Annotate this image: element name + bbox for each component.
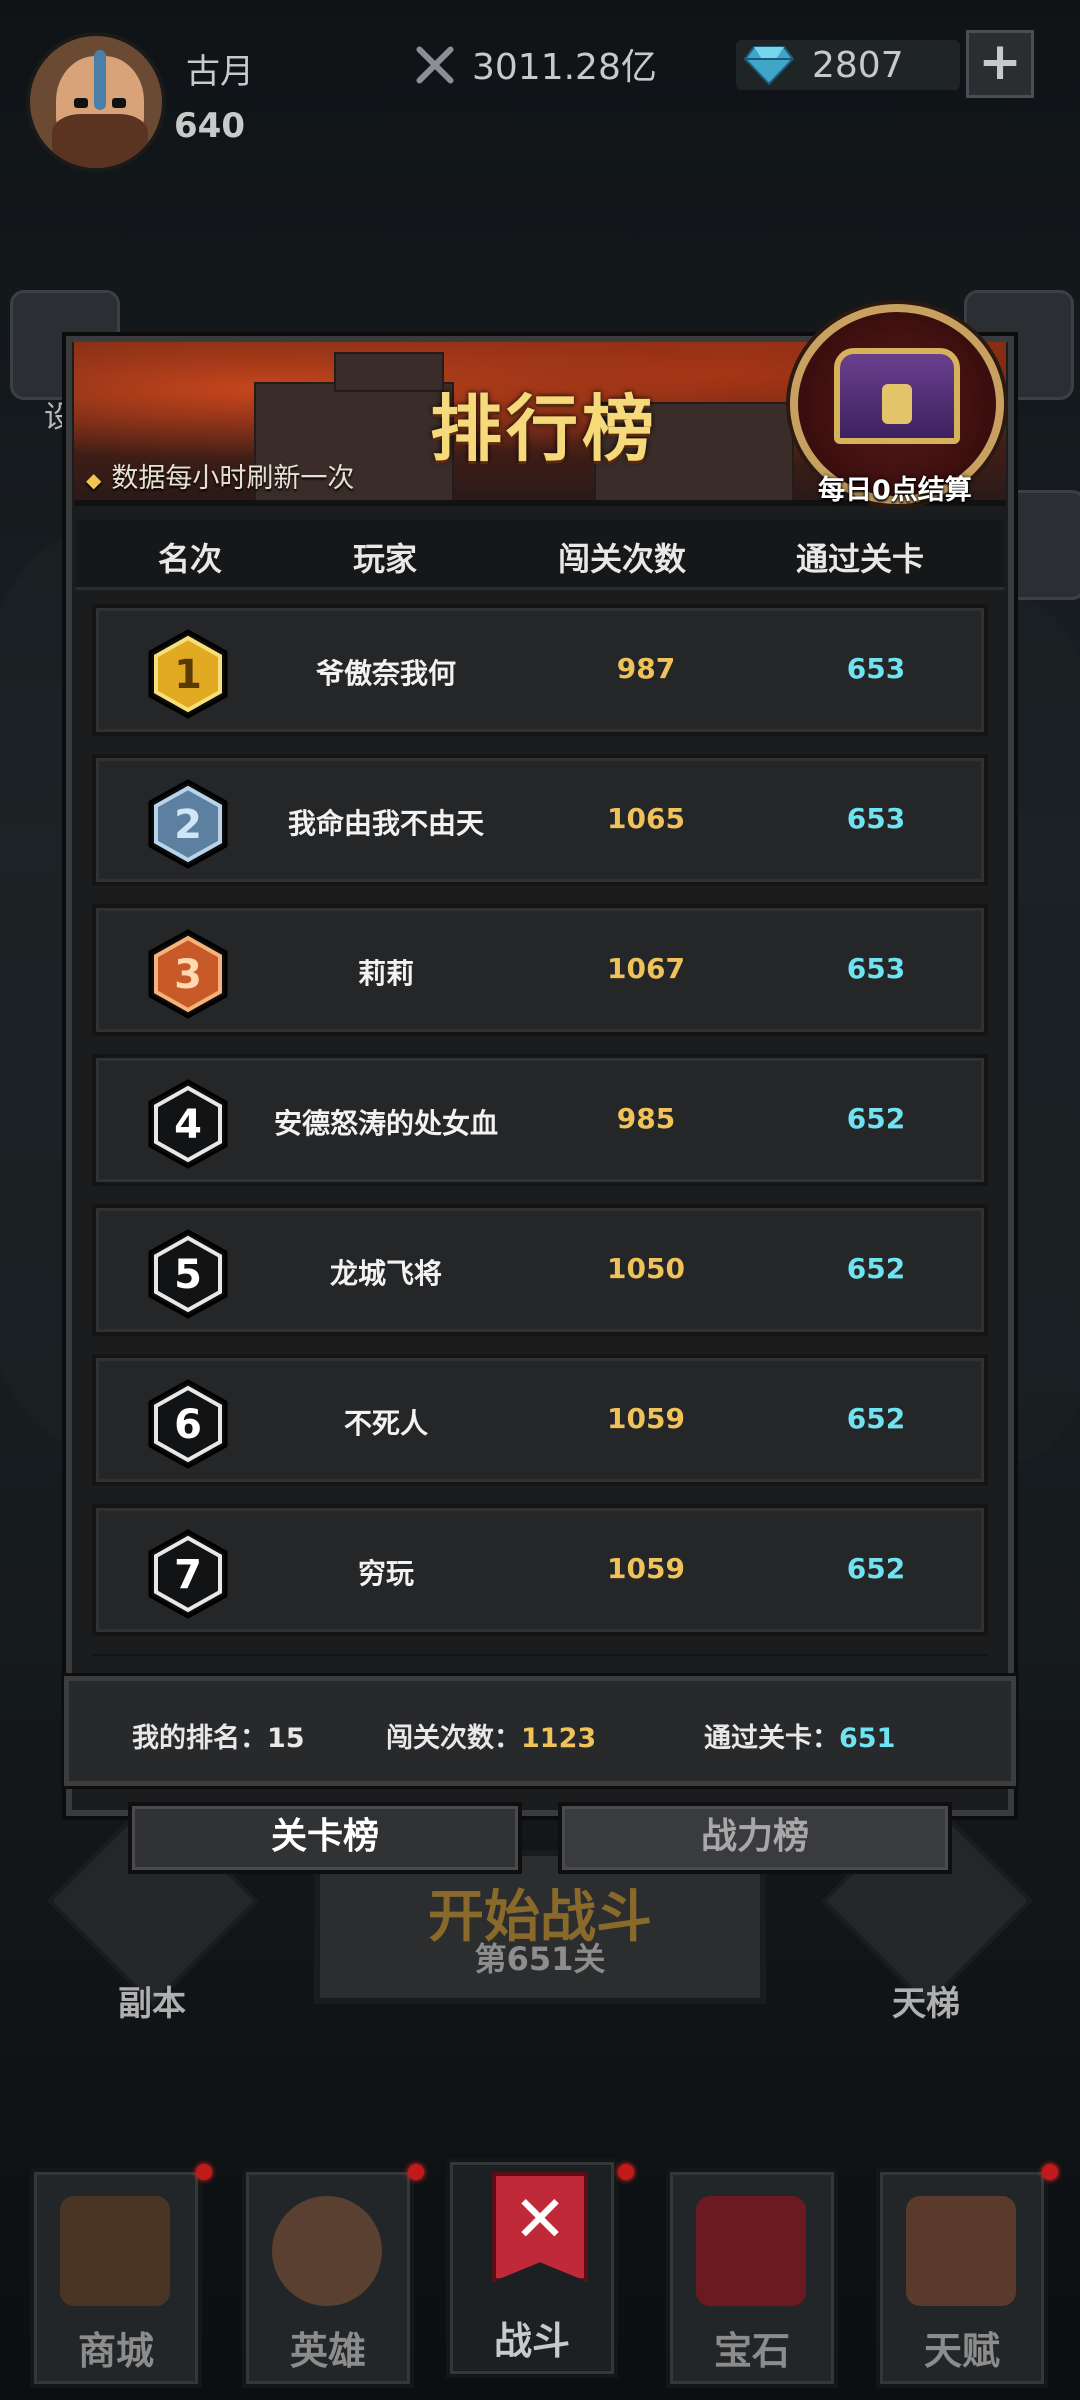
nav-battle-label: 战斗 [493,2319,570,2363]
rank-badge-icon: 4 [146,1078,230,1170]
rank-number: 1 [174,652,202,698]
ladder-label: 天梯 [892,1984,960,2024]
notification-dot [618,2164,634,2180]
top-bar: 古月 640 3011.28亿 2807 + [0,0,1080,172]
leaderboard-title: 排行榜 [430,387,659,471]
chest-lock-icon [882,384,912,424]
leaderboard-row[interactable]: 7 穷玩 1059 652 [92,1504,988,1636]
nav-shop-label: 商城 [77,2329,154,2373]
nav-gem-label: 宝石 [713,2329,790,2373]
avatar-beard [52,114,148,168]
rank-number: 7 [174,1552,202,1598]
player-name: 古月 [186,52,254,92]
leaderboard-row[interactable]: 6 不死人 1059 652 [92,1354,988,1486]
rank-badge-icon: 7 [146,1528,230,1620]
player-name-cell: 我命由我不由天 [287,807,484,840]
rank-number: 6 [174,1402,202,1448]
cleared-cell: 652 [846,1102,906,1135]
player-name-cell: 龙城飞将 [329,1257,442,1290]
cleared-cell: 652 [846,1252,906,1285]
player-level: 640 [174,106,245,146]
rank-badge-icon: 1 [146,628,230,720]
header-tries: 闯关次数 [557,540,686,578]
tab-power-ranking[interactable]: 战力榜 [558,1802,952,1874]
combat-power-value: 3011.28亿 [472,47,657,88]
tries-cell: 1059 [607,1402,685,1435]
nav-hero-label: 英雄 [289,2329,366,2373]
tries-cell: 987 [616,652,676,685]
player-name-cell: 安德怒涛的处女血 [273,1107,498,1140]
cleared-cell: 653 [846,652,906,685]
tries-cell: 985 [616,1102,676,1135]
my-tries-label: 闯关次数： [386,1723,521,1754]
rank-number: 5 [174,1252,202,1298]
add-gems-button[interactable]: + [966,30,1034,98]
red-gem-icon [696,2196,806,2306]
close-x-icon: ✕ [513,2183,567,2257]
shop-cart-icon [60,2196,170,2306]
tries-cell: 1050 [607,1252,685,1285]
dungeon-label: 副本 [118,1984,186,2024]
leaderboard-row[interactable]: 4 安德怒涛的处女血 985 652 [92,1054,988,1186]
player-name-cell: 穷玩 [357,1557,414,1590]
my-rank: 我的排名：15 [132,1716,305,1755]
rank-badge-icon: 6 [146,1378,230,1470]
player-avatar[interactable] [26,32,166,172]
skull-book-icon [906,2196,1016,2306]
leaderboard-row[interactable]: 1 爷傲奈我何 987 653 [92,604,988,736]
tries-cell: 1067 [607,952,685,985]
rank-number: 4 [174,1102,202,1148]
cleared-cell: 652 [846,1402,906,1435]
my-tries-value: 1123 [521,1723,597,1754]
header-cleared: 通过关卡 [795,540,924,578]
refresh-note: ◆ 数据每小时刷新一次 [86,456,354,495]
my-tries: 闯关次数：1123 [386,1716,596,1755]
hero-face-icon [272,2196,382,2306]
banner-ruins [334,352,444,392]
rank-number: 3 [174,952,202,998]
my-cleared-label: 通过关卡： [704,1723,839,1754]
player-name-cell: 不死人 [343,1407,428,1440]
my-rank-label: 我的排名： [132,1723,267,1754]
nav-talent-label: 天赋 [923,2329,1000,2373]
my-cleared-value: 651 [839,1723,896,1754]
tries-cell: 1059 [607,1552,685,1585]
player-name-cell: 莉莉 [357,957,414,990]
tries-cell: 1065 [607,802,685,835]
gem-counter: 2807 [736,40,960,90]
header-rank: 名次 [157,540,222,578]
diamond-gem-icon [743,45,795,86]
diamond-bullet-icon: ◆ [86,468,102,492]
avatar-eye [112,98,126,108]
avatar-eye [74,98,88,108]
rank-badge-icon: 2 [146,778,230,870]
my-rank-value: 15 [267,1723,305,1754]
gem-count: 2807 [812,44,904,86]
leaderboard-row-partial[interactable] [92,1654,988,1656]
notification-dot [1042,2164,1058,2180]
cleared-cell: 653 [846,952,906,985]
player-name-cell: 爷傲奈我何 [315,657,456,690]
avatar-paint-stripe [94,50,106,110]
cleared-cell: 653 [846,802,906,835]
leaderboard-row[interactable]: 5 龙城飞将 1050 652 [92,1204,988,1336]
leaderboard-row[interactable]: 3 莉莉 1067 653 [92,904,988,1036]
refresh-note-text: 数据每小时刷新一次 [111,463,355,494]
crossed-swords-icon [410,40,458,88]
current-stage-label: 第651关 [474,1940,606,1978]
tab-stage-ranking[interactable]: 关卡榜 [128,1802,522,1874]
leaderboard-row[interactable]: 2 我命由我不由天 1065 653 [92,754,988,886]
notification-dot [196,2164,212,2180]
header-player: 玩家 [352,540,417,578]
rank-number: 2 [174,802,202,848]
leaderboard-list[interactable]: 1 爷傲奈我何 987 653 2 我命由我不由天 1065 653 3 莉莉 1067 653 4 安德… [76,596,1004,1656]
notification-dot [408,2164,424,2180]
cleared-cell: 652 [846,1552,906,1585]
settlement-time-label: 每日0点结算 [818,475,972,506]
combat-power: 3011.28亿 [410,38,657,90]
my-cleared: 通过关卡：651 [704,1716,895,1755]
rank-badge-icon: 3 [146,928,230,1020]
rank-badge-icon: 5 [146,1228,230,1320]
